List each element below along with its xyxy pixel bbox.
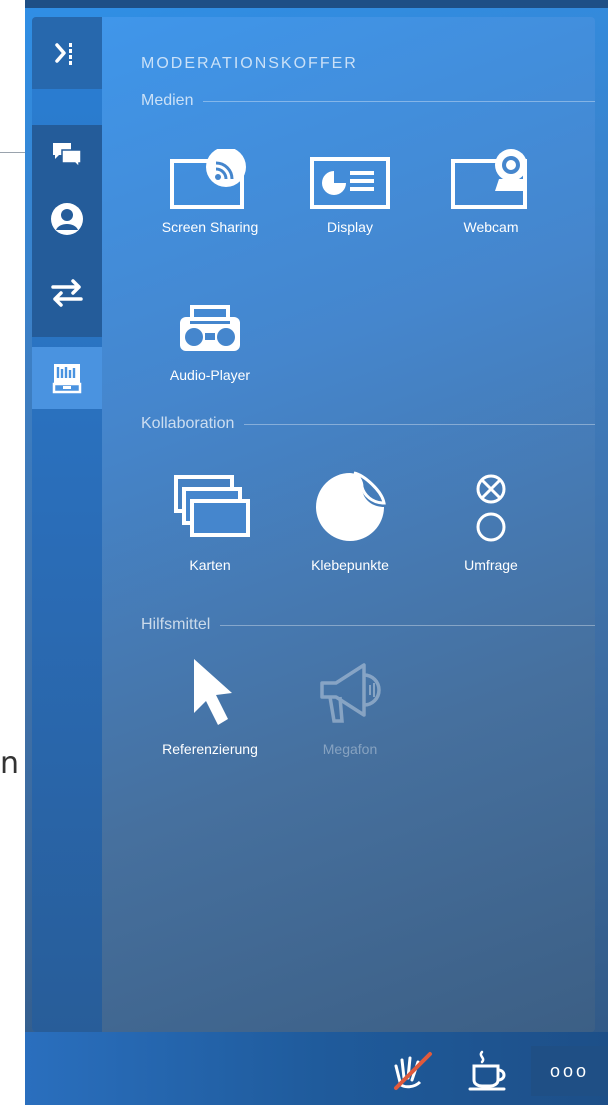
panel-content: MODERATIONSKOFFER Medien Screen Sharing xyxy=(102,17,595,1032)
section-kollaboration: Kollaboration xyxy=(141,414,595,434)
screen-share-icon xyxy=(170,149,246,209)
swap-icon xyxy=(51,279,83,307)
boombox-icon xyxy=(180,305,240,351)
megaphone-icon xyxy=(320,663,381,723)
collapse-panel-icon xyxy=(55,43,72,65)
umfrage-label: Umfrage xyxy=(464,557,518,573)
background-text: n xyxy=(0,746,20,781)
coffee-break-icon xyxy=(468,1050,506,1091)
megafon-label: Megafon xyxy=(322,741,378,757)
webcam-label: Webcam xyxy=(463,219,519,235)
section-divider xyxy=(220,624,595,626)
referenzierung-tool[interactable]: Referenzierung xyxy=(140,655,280,757)
bottom-bar: ooo xyxy=(25,1032,608,1105)
top-bar xyxy=(25,0,608,8)
section-medien: Medien xyxy=(141,91,595,111)
umfrage-tool[interactable]: Umfrage xyxy=(421,469,561,573)
webcam-tool[interactable]: Webcam xyxy=(421,149,561,235)
karten-tool[interactable]: Karten xyxy=(140,469,280,573)
mute-hand-icon xyxy=(394,1052,432,1090)
referenzierung-label: Referenzierung xyxy=(162,741,258,757)
section-divider xyxy=(203,100,595,102)
webcam-icon xyxy=(451,149,527,209)
section-hilfsmittel: Hilfsmittel xyxy=(141,615,595,635)
karten-label: Karten xyxy=(189,557,231,573)
swap-button[interactable] xyxy=(32,263,102,323)
screen-sharing-label: Screen Sharing xyxy=(161,219,259,235)
sticky-dot-icon xyxy=(316,471,386,541)
section-medien-label: Medien xyxy=(141,92,194,109)
audio-player-label: Audio-Player xyxy=(169,367,251,383)
more-button[interactable]: ooo xyxy=(531,1046,608,1096)
section-hilfsmittel-label: Hilfsmittel xyxy=(141,616,211,633)
chat-icon xyxy=(53,143,82,169)
audio-player-tool[interactable]: Audio-Player xyxy=(140,297,280,383)
sidebar-rail xyxy=(32,17,102,1032)
toolbox-button[interactable] xyxy=(32,347,102,409)
collapse-panel-button[interactable] xyxy=(32,17,102,89)
cards-icon xyxy=(174,475,250,537)
klebepunkte-label: Klebepunkte xyxy=(311,557,389,573)
megafon-tool[interactable]: Megafon xyxy=(280,655,420,757)
coffee-break-button[interactable] xyxy=(463,1045,513,1095)
user-icon xyxy=(51,203,83,235)
participants-button[interactable] xyxy=(32,189,102,249)
poll-icon xyxy=(476,474,506,542)
moderation-panel: MODERATIONSKOFFER Medien Screen Sharing xyxy=(32,17,595,1032)
display-label: Display xyxy=(327,219,373,235)
screen-sharing-tool[interactable]: Screen Sharing xyxy=(140,149,280,235)
section-kollaboration-label: Kollaboration xyxy=(141,415,235,432)
app-frame: MODERATIONSKOFFER Medien Screen Sharing xyxy=(25,0,608,1105)
display-icon xyxy=(310,157,390,209)
toolbox-icon xyxy=(52,364,82,394)
pointer-icon xyxy=(194,659,232,725)
chat-button[interactable] xyxy=(32,125,102,185)
panel-title: MODERATIONSKOFFER xyxy=(141,55,358,72)
klebepunkte-tool[interactable]: Klebepunkte xyxy=(280,469,420,573)
more-icon: ooo xyxy=(549,1060,590,1081)
display-tool[interactable]: Display xyxy=(280,149,420,235)
section-divider xyxy=(244,423,595,425)
mute-hand-button[interactable] xyxy=(387,1045,437,1095)
